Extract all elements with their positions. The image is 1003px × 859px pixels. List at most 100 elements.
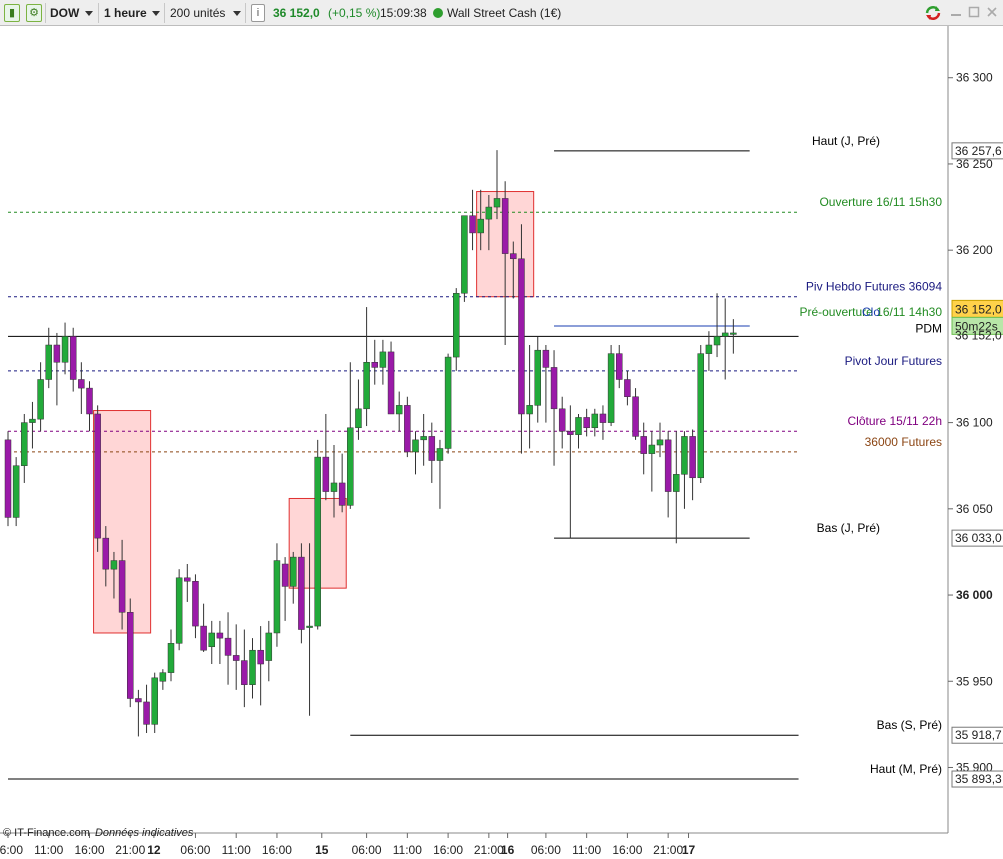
candle-up [575,417,582,435]
instrument-name: Wall Street Cash (1€) [447,6,562,20]
level-label: Pivot Jour Futures [845,354,942,368]
zones-layer [93,191,535,634]
candle-up [420,436,427,441]
candle-up [412,439,419,453]
candle-down [567,430,574,435]
chevron-down-icon[interactable] [233,11,241,16]
candle-up [21,422,28,466]
price-tick-label: 36 300 [956,71,993,85]
candle-up [306,625,313,628]
level-label: Clôture 15/11 22h [847,414,942,428]
candle-up [290,556,297,587]
candle-down [298,556,305,630]
close-icon[interactable] [986,6,998,18]
time-tick-label: 16 [501,843,515,857]
price-chart[interactable]: Haut (J, Pré) Ouverture 16/11 15h30 Piv He… [0,26,1003,859]
level-label: Ouverture 16/11 15h30 [819,195,942,209]
timeframe-select[interactable]: 1 heure [104,4,147,22]
candle-down [78,379,85,389]
time-tick-label: 06:00 [0,843,23,857]
time-tick-label: 15 [315,843,329,857]
candle-down [200,625,207,651]
candle-up [355,408,362,429]
level-tag-value: 36 033,0 [955,531,1002,545]
time-tick-label: 17 [682,843,696,857]
chevron-down-icon[interactable] [152,11,160,16]
time-tick-label: 12 [147,843,161,857]
candle-up [45,344,52,380]
candle-up [29,418,36,423]
candle-up [151,677,158,725]
level-tag-value: 35 893,3 [955,772,1002,786]
units-select[interactable]: 200 unités [170,4,225,22]
bars-icon[interactable]: ▮ [4,4,20,22]
level-label: Haut (J, Pré) [812,134,880,148]
candle-down [550,367,558,410]
candle-up [648,444,656,454]
time-tick-label: 16:00 [262,843,292,857]
time-tick-label: 11:00 [393,843,422,857]
candle-up [314,456,321,627]
candle-down [94,413,101,539]
symbol-select[interactable]: DOW [50,4,79,22]
candle-down [616,353,623,380]
maximize-icon[interactable] [968,6,980,18]
price-change: (+0,15 %) [328,6,381,20]
level-label: Piv Hebdo Futures 36094 [806,280,942,294]
candle-up [730,332,737,335]
time-tick-label: 06:00 [352,843,382,857]
status-dot-icon [433,8,443,18]
candle-up [721,332,729,337]
candle-down [257,649,264,665]
candle-up [395,405,403,415]
candle-up [61,336,69,363]
candle-down [241,660,248,685]
price-tag-value: 36 152,0 [955,302,1002,316]
candle-down [501,198,509,254]
minimize-icon[interactable] [950,6,962,18]
time-tick-label: 06:00 [531,843,561,857]
candle-down [86,387,93,415]
candle-down [689,436,696,479]
candle-down [404,405,411,453]
time-tick-label: 21:00 [115,843,145,857]
refresh-icon[interactable] [924,4,942,22]
candle-up [673,474,680,492]
candle-down [135,698,142,703]
info-icon[interactable]: i [251,4,265,22]
time-tick-label: 11:00 [34,843,63,857]
candle-up [208,632,215,648]
toolbar: ▮ ⚙ DOW 1 heure 200 unités i 36 152,0 (+… [0,0,1003,26]
candle-up [436,448,444,461]
price-tick-label: 35 950 [956,674,993,688]
candle-down [69,336,77,380]
toolbar-separator [45,3,46,23]
candle-down [338,482,346,506]
chevron-down-icon[interactable] [85,11,93,16]
candle-down [518,258,525,415]
candle-up [265,632,273,661]
candle-down [624,379,631,397]
candle-down [469,215,476,234]
candle-down [127,612,134,699]
candle-down [640,436,647,454]
candle-down [232,655,240,661]
chart-icon[interactable]: ⚙ [26,4,42,22]
candle-up [705,344,713,354]
candle-down [428,436,436,461]
candle-up [363,362,370,410]
candle-down [371,362,378,368]
candle-down [322,456,330,492]
candle-down [599,413,607,423]
candle-down [632,396,639,437]
candle-up [607,353,615,423]
candle-down [387,351,395,415]
price-tick-label: 36 100 [956,416,993,430]
price-tick-label: 36 050 [956,502,993,516]
level-label: Bas (S, Pré) [877,718,942,732]
toolbar-separator [164,3,165,23]
candle-up [37,379,44,420]
candle-up [444,356,452,449]
candle-up [110,560,118,570]
level-label: Bas (J, Pré) [817,521,880,535]
